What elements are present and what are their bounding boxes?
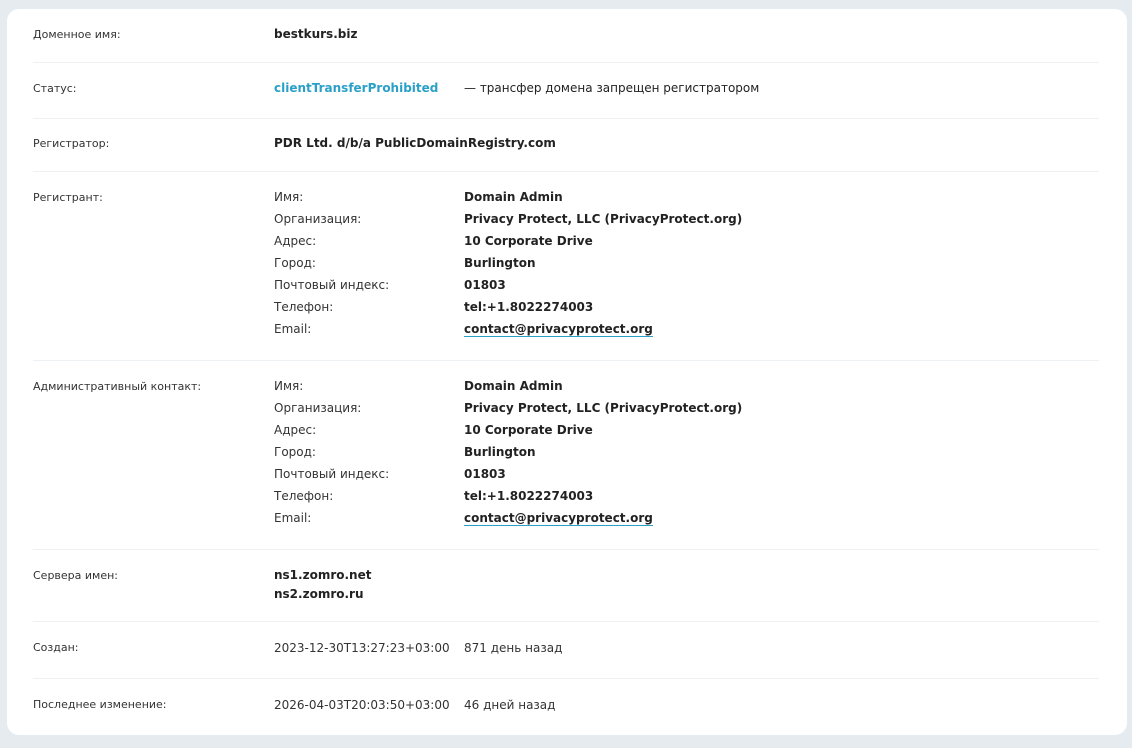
status-code-link[interactable]: clientTransferProhibited: [274, 81, 438, 95]
status-description: — трансфер домена запрещен регистратором: [464, 81, 760, 95]
field-key: Имя:: [274, 379, 304, 393]
created-row: Создан: 2023-12-30T13:27:23+03:00 871 де…: [33, 621, 1099, 679]
field-value: Burlington: [464, 445, 536, 459]
domain-value: bestkurs.biz: [274, 27, 358, 41]
registrant-label: Регистрант:: [33, 191, 103, 204]
status-row: Статус: clientTransferProhibited — транс…: [33, 62, 1099, 119]
field-key: Почтовый индекс:: [274, 278, 390, 292]
admin-org-row: Организация: Privacy Protect, LLC (Priva…: [274, 401, 1099, 423]
field-key: Телефон:: [274, 489, 334, 503]
registrar-value: PDR Ltd. d/b/a PublicDomainRegistry.com: [274, 136, 556, 150]
status-label: Статус:: [33, 82, 77, 95]
registrant-city-row: Город: Burlington: [274, 256, 1099, 278]
registrant-email-link[interactable]: contact@privacyprotect.org: [464, 322, 653, 337]
registrar-row: Регистратор: PDR Ltd. d/b/a PublicDomain…: [33, 118, 1099, 172]
field-key: Телефон:: [274, 300, 334, 314]
admin-email-link[interactable]: contact@privacyprotect.org: [464, 511, 653, 526]
field-key: Email:: [274, 511, 312, 525]
admin-details: Имя: Domain Admin Организация: Privacy P…: [274, 379, 1099, 533]
nameserver-2: ns2.zomro.ru: [274, 587, 364, 601]
field-key: Почтовый индекс:: [274, 467, 390, 481]
field-value: Privacy Protect, LLC (PrivacyProtect.org…: [464, 401, 743, 415]
field-value: tel:+1.8022274003: [464, 300, 594, 314]
registrant-row: Регистрант: Имя: Domain Admin Организаци…: [33, 171, 1099, 361]
nameservers-label: Сервера имен:: [33, 569, 119, 582]
admin-name-row: Имя: Domain Admin: [274, 379, 1099, 401]
field-value: tel:+1.8022274003: [464, 489, 594, 503]
field-key: Адрес:: [274, 234, 317, 248]
field-key: Город:: [274, 256, 316, 270]
nameserver-1: ns1.zomro.net: [274, 568, 372, 582]
admin-contact-row: Административный контакт: Имя: Domain Ad…: [33, 360, 1099, 550]
registrant-email-row: Email: contact@privacyprotect.org: [274, 322, 1099, 344]
whois-card: Доменное имя: bestkurs.biz Статус: clien…: [7, 9, 1127, 735]
registrant-zip-row: Почтовый индекс: 01803: [274, 278, 1099, 300]
registrant-phone-row: Телефон: tel:+1.8022274003: [274, 300, 1099, 322]
admin-city-row: Город: Burlington: [274, 445, 1099, 467]
registrant-name-row: Имя: Domain Admin: [274, 190, 1099, 212]
updated-label: Последнее изменение:: [33, 698, 167, 711]
admin-address-row: Адрес: 10 Corporate Drive: [274, 423, 1099, 445]
registrant-address-row: Адрес: 10 Corporate Drive: [274, 234, 1099, 256]
field-key: Имя:: [274, 190, 304, 204]
created-ago: 871 день назад: [464, 641, 563, 655]
admin-phone-row: Телефон: tel:+1.8022274003: [274, 489, 1099, 511]
admin-email-row: Email: contact@privacyprotect.org: [274, 511, 1099, 533]
field-key: Организация:: [274, 212, 362, 226]
field-value: Domain Admin: [464, 190, 563, 204]
field-key: Email:: [274, 322, 312, 336]
field-key: Адрес:: [274, 423, 317, 437]
updated-ago: 46 дней назад: [464, 698, 556, 712]
field-value: Domain Admin: [464, 379, 563, 393]
field-value: 01803: [464, 278, 506, 292]
domain-row: Доменное имя: bestkurs.biz: [33, 9, 1099, 63]
field-value: 10 Corporate Drive: [464, 423, 593, 437]
registrant-org-row: Организация: Privacy Protect, LLC (Priva…: [274, 212, 1099, 234]
field-value: Burlington: [464, 256, 536, 270]
field-key: Город:: [274, 445, 316, 459]
domain-label: Доменное имя:: [33, 28, 121, 41]
updated-date: 2026-04-03T20:03:50+03:00: [274, 698, 450, 712]
nameservers-row: Сервера имен: ns1.zomro.net ns2.zomro.ru: [33, 549, 1099, 622]
field-value: Privacy Protect, LLC (PrivacyProtect.org…: [464, 212, 743, 226]
field-key: Организация:: [274, 401, 362, 415]
admin-zip-row: Почтовый индекс: 01803: [274, 467, 1099, 489]
registrar-label: Регистратор:: [33, 137, 110, 150]
created-date: 2023-12-30T13:27:23+03:00: [274, 641, 450, 655]
updated-row: Последнее изменение: 2026-04-03T20:03:50…: [33, 678, 1099, 735]
created-label: Создан:: [33, 641, 79, 654]
registrant-details: Имя: Domain Admin Организация: Privacy P…: [274, 190, 1099, 344]
admin-contact-label: Административный контакт:: [33, 380, 202, 393]
field-value: 10 Corporate Drive: [464, 234, 593, 248]
field-value: 01803: [464, 467, 506, 481]
